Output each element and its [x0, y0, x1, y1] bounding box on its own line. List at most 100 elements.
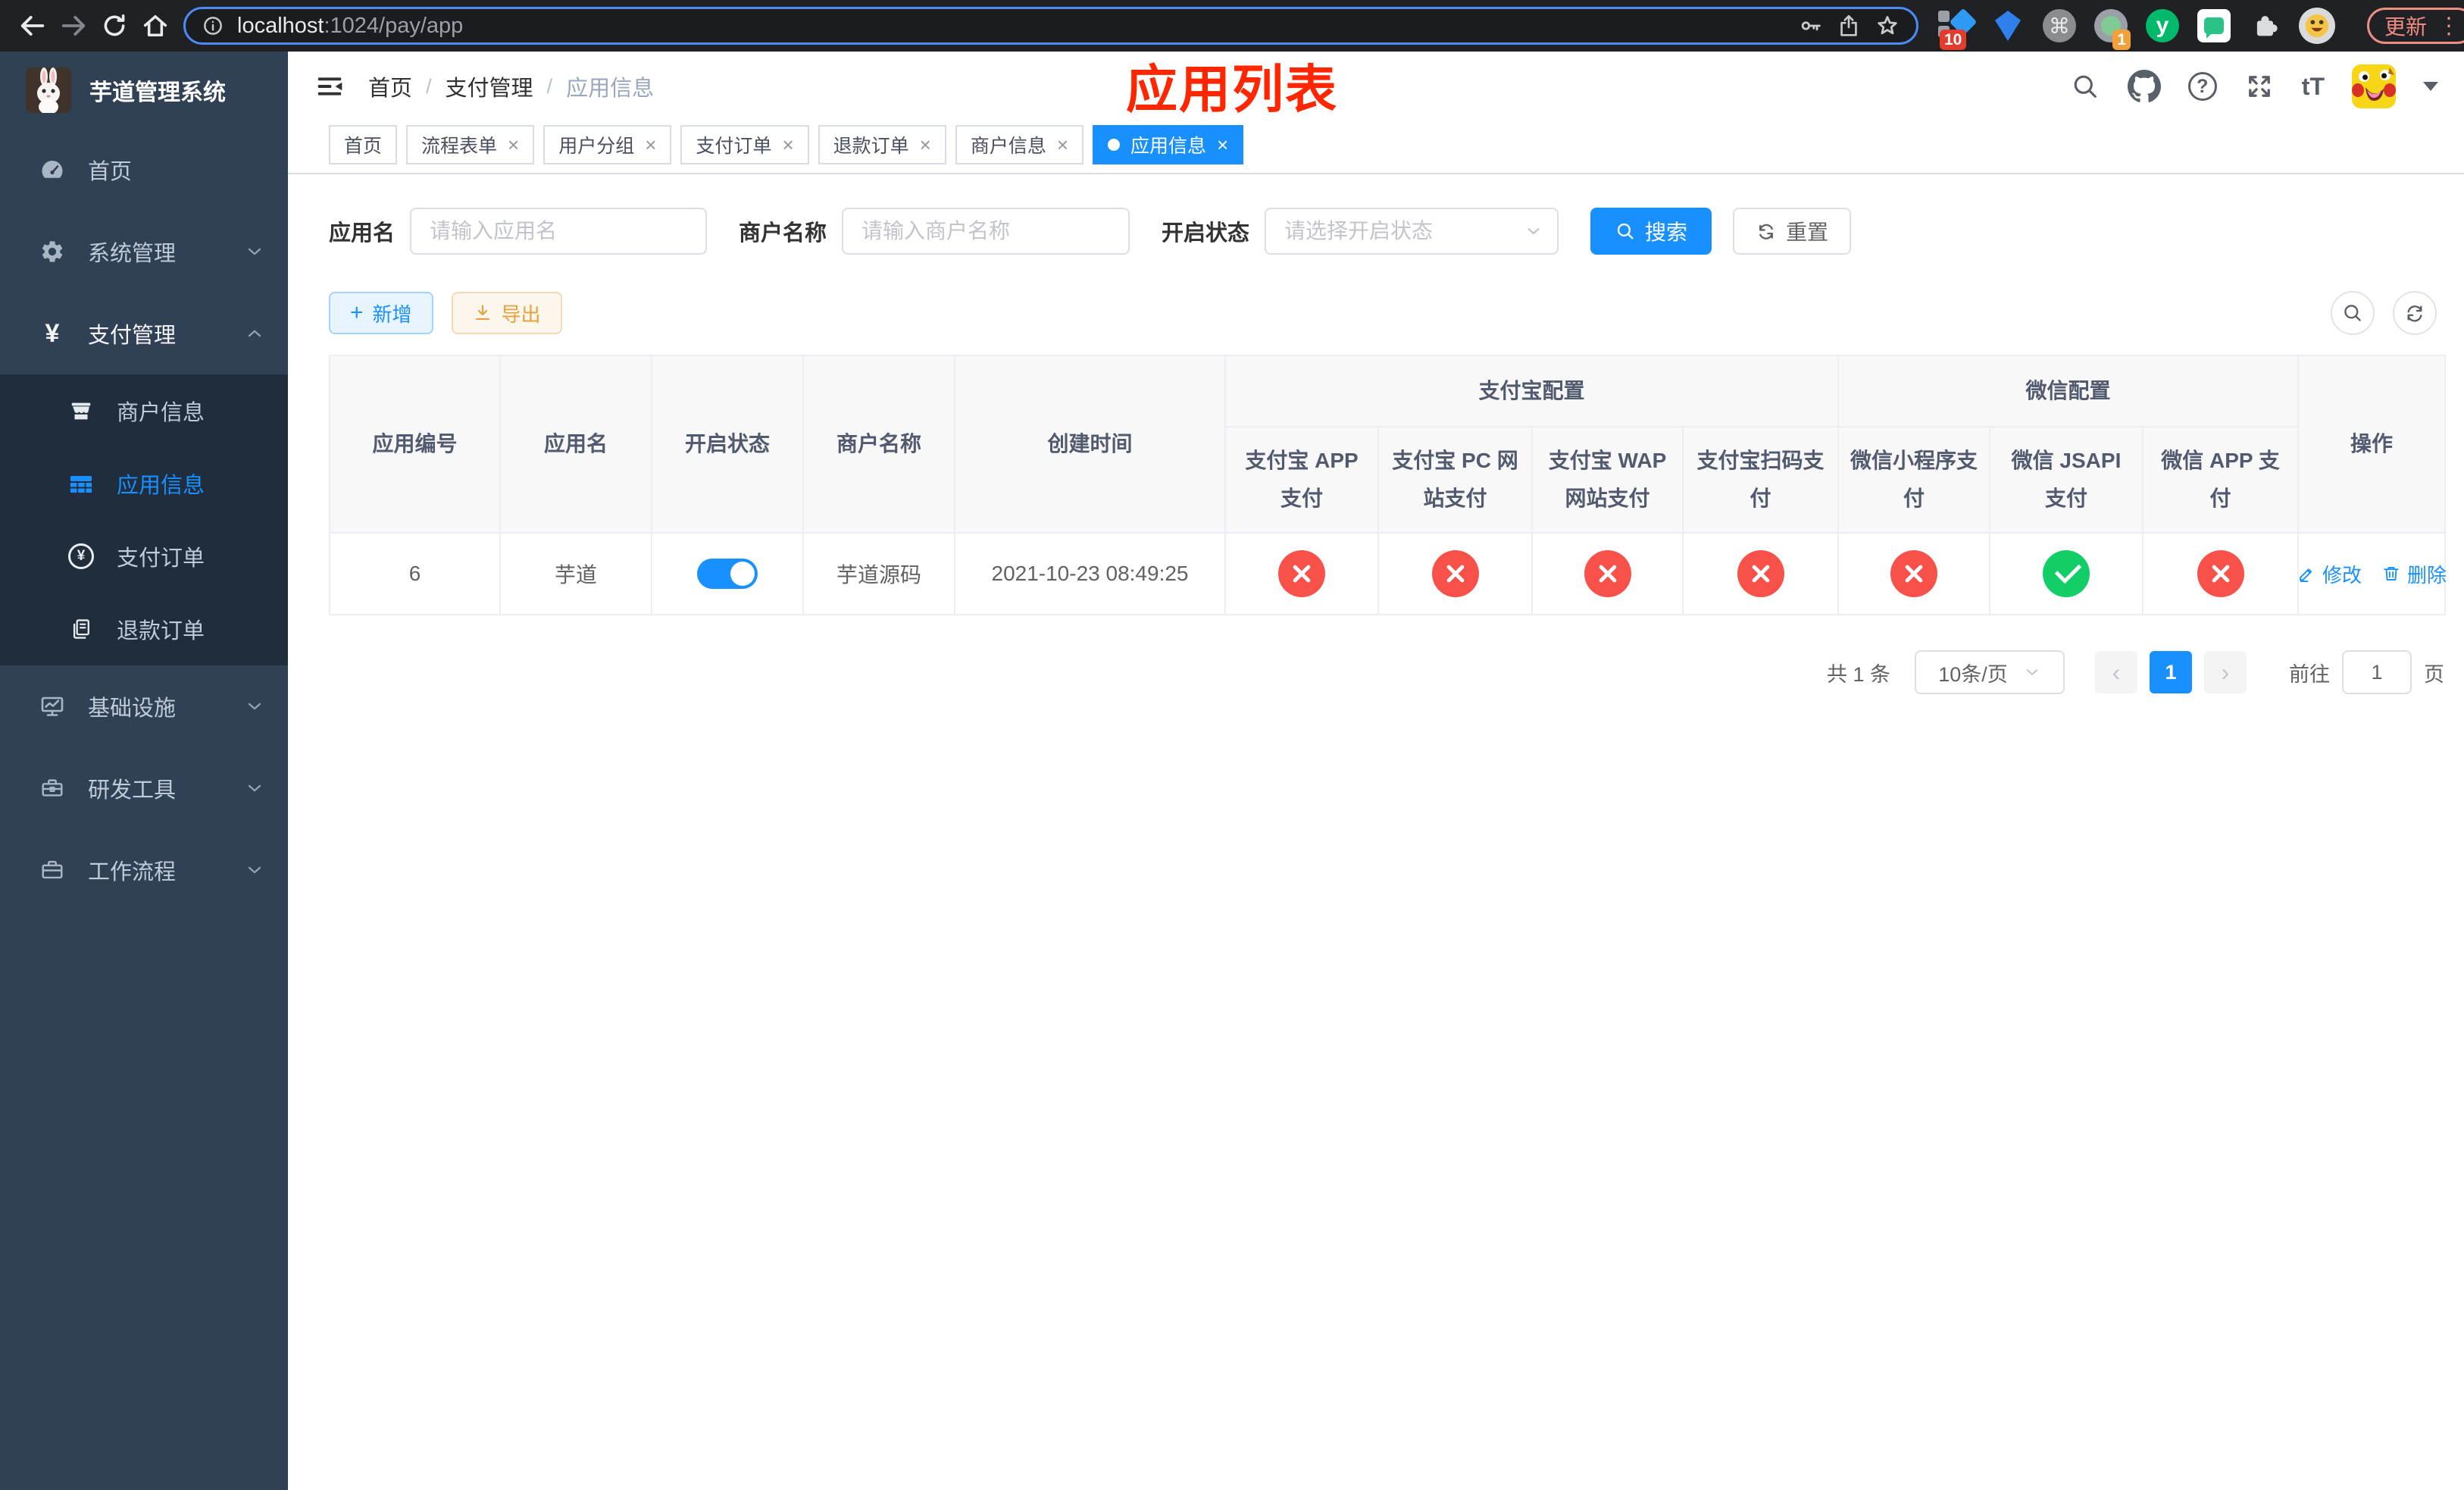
app-title: 芋道管理系统	[89, 80, 226, 105]
delete-link[interactable]: 删除	[2381, 560, 2447, 588]
bookmark-star-icon[interactable]	[1874, 12, 1901, 39]
extension-area: 10 ⌘ 1 y 更新 ⋮	[1938, 8, 2464, 50]
browser-menu-icon[interactable]: ⋮	[2437, 13, 2461, 39]
col-header-app-name: 应用名	[499, 355, 652, 534]
pinned-extension-icon[interactable]: 10	[1938, 8, 1978, 50]
sidebar-item-workflow[interactable]: 工作流程	[0, 829, 288, 911]
close-icon[interactable]: ×	[1057, 135, 1068, 155]
close-icon[interactable]: ×	[645, 135, 656, 155]
github-icon[interactable]	[2127, 70, 2161, 103]
breadcrumb-payment[interactable]: 支付管理	[446, 70, 533, 102]
avatar-caret-icon[interactable]	[2423, 82, 2438, 99]
export-button[interactable]: 导出	[451, 292, 562, 334]
browser-profile-avatar[interactable]	[2299, 8, 2335, 44]
tab-refund-orders[interactable]: 退款订单 ×	[818, 125, 946, 164]
chevron-down-icon	[244, 859, 265, 881]
breadcrumb-current: 应用信息	[566, 77, 655, 101]
password-key-icon[interactable]	[1798, 13, 1824, 39]
sidebar-collapse-icon[interactable]	[314, 70, 346, 102]
sidebar-logo[interactable]: 芋道管理系统	[0, 52, 288, 129]
add-button[interactable]: + 新增	[329, 292, 433, 334]
status-indicator-wechat-jsapi	[2043, 550, 2090, 597]
sidebar-item-label: 退款订单	[117, 619, 205, 643]
sidebar-item-payment-orders[interactable]: ¥ 支付订单	[0, 520, 288, 593]
search-icon[interactable]	[2070, 71, 2100, 102]
pagination-total: 共 1 条	[1826, 662, 1890, 686]
site-info-icon[interactable]	[201, 14, 225, 38]
status-select[interactable]	[1265, 208, 1559, 255]
extensions-puzzle-icon[interactable]	[2247, 8, 2284, 44]
table-toolbar: + 新增 导出	[329, 291, 2444, 335]
col-header-wechat-app: 微信 APP 支付	[2142, 426, 2300, 534]
app-name-input[interactable]	[410, 208, 708, 255]
sidebar-item-payment[interactable]: ¥ 支付管理	[0, 293, 288, 374]
user-avatar[interactable]	[2352, 64, 2396, 108]
sidebar-item-label: 研发工具	[88, 778, 177, 803]
url-bar[interactable]: localhost:1024/pay/app	[183, 7, 1918, 45]
browser-toolbar: localhost:1024/pay/app 10 ⌘ 1 y 更新 ⋮	[0, 0, 2464, 52]
reset-button[interactable]: 重置	[1733, 208, 1852, 255]
sidebar-item-infrastructure[interactable]: 基础设施	[0, 665, 288, 747]
breadcrumb: 首页 / 支付管理 / 应用信息	[368, 70, 654, 102]
edit-link[interactable]: 修改	[2297, 560, 2362, 588]
chevron-down-icon	[244, 778, 265, 799]
goto-page-input[interactable]	[2342, 650, 2412, 694]
status-label: 开启状态	[1162, 221, 1250, 246]
sidebar-item-label: 支付订单	[117, 546, 205, 571]
cell-app-name: 芋道	[499, 532, 652, 615]
next-page-button[interactable]: ›	[2204, 651, 2247, 693]
back-icon[interactable]	[12, 5, 53, 46]
breadcrumb-separator: /	[426, 74, 432, 98]
tab-payment-orders[interactable]: 支付订单 ×	[680, 125, 809, 164]
chevron-down-icon	[244, 696, 265, 717]
sidebar-item-app-info[interactable]: 应用信息	[0, 447, 288, 520]
tab-app-info[interactable]: 应用信息 ×	[1093, 125, 1244, 164]
current-page-button[interactable]: 1	[2150, 651, 2192, 693]
sidebar-item-merchant-info[interactable]: 商户信息	[0, 374, 288, 447]
toolbox-icon	[38, 775, 67, 801]
prev-page-button[interactable]: ‹	[2095, 651, 2137, 693]
status-indicator-wechat-app	[2197, 550, 2244, 597]
share-icon[interactable]	[1836, 13, 1862, 39]
search-button[interactable]: 搜索	[1590, 208, 1712, 255]
status-toggle[interactable]	[697, 559, 758, 589]
close-icon[interactable]: ×	[782, 135, 793, 155]
help-icon[interactable]: ?	[2187, 72, 2217, 101]
sidebar-item-refund-orders[interactable]: 退款订单	[0, 593, 288, 665]
group-header-alipay: 支付宝配置	[1224, 355, 1840, 427]
active-dot	[1108, 139, 1121, 151]
toggle-search-button[interactable]	[2331, 291, 2375, 335]
close-icon[interactable]: ×	[1217, 135, 1228, 155]
sidebar-item-dev-tools[interactable]: 研发工具	[0, 747, 288, 829]
app-table: 应用编号 应用名 开启状态 商户名称 创建时间 支付宝配置 微信配置 操作 支付…	[329, 355, 2447, 615]
sidebar-item-home[interactable]: 首页	[0, 129, 288, 211]
sidebar-item-label: 商户信息	[117, 401, 205, 425]
status-indicator-alipay-pc	[1431, 550, 1479, 597]
merchant-name-input[interactable]	[842, 208, 1130, 255]
cell-actions: 修改 删除	[2297, 532, 2447, 615]
sidebar-item-system[interactable]: 系统管理	[0, 211, 288, 293]
tab-merchant-info[interactable]: 商户信息 ×	[955, 125, 1084, 164]
tab-process-form[interactable]: 流程表单 ×	[406, 125, 535, 164]
yuque-extension-icon[interactable]: y	[2144, 8, 2181, 44]
close-icon[interactable]: ×	[920, 135, 931, 155]
reload-icon[interactable]	[94, 5, 135, 46]
home-icon[interactable]	[135, 5, 176, 46]
tab-home[interactable]: 首页	[329, 125, 398, 164]
forward-icon[interactable]	[53, 5, 94, 46]
command-extension-icon[interactable]: ⌘	[2041, 8, 2078, 44]
gem-extension-icon[interactable]	[1990, 8, 2026, 44]
font-size-icon[interactable]: tT	[2302, 73, 2325, 101]
session-extension-icon[interactable]: 1	[2093, 8, 2131, 50]
close-icon[interactable]: ×	[508, 135, 519, 155]
breadcrumb-home[interactable]: 首页	[368, 70, 412, 102]
sidebar-item-label: 首页	[88, 160, 133, 184]
fullscreen-icon[interactable]	[2244, 71, 2275, 102]
status-select-input[interactable]	[1265, 208, 1559, 255]
tab-user-group[interactable]: 用户分组 ×	[543, 125, 672, 164]
chrome-update-button[interactable]: 更新 ⋮	[2367, 8, 2464, 44]
chat-extension-icon[interactable]	[2196, 8, 2232, 44]
page-size-select[interactable]: 10条/页	[1915, 650, 2065, 694]
refresh-button[interactable]	[2393, 291, 2437, 335]
col-header-alipay-app: 支付宝 APP 支付	[1224, 426, 1379, 534]
